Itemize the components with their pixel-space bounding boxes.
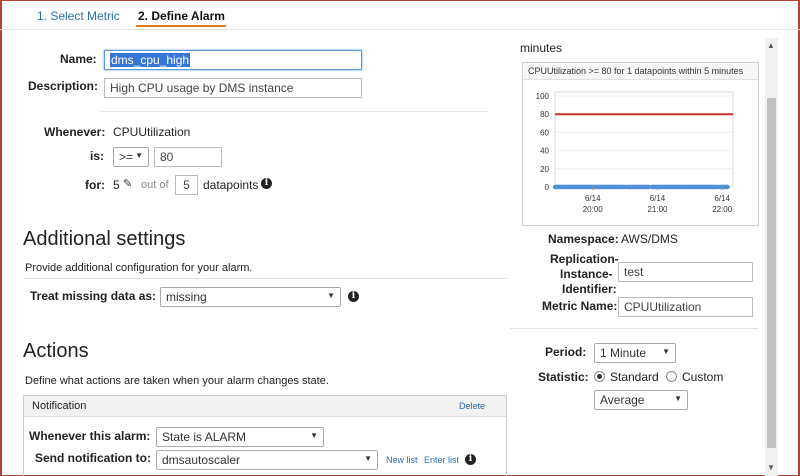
treat-missing-value: missing	[166, 290, 207, 304]
minutes-label: minutes	[520, 41, 563, 55]
additional-settings-heading: Additional settings	[23, 228, 186, 250]
treat-missing-label: Treat missing data as:	[30, 289, 157, 303]
additional-divider	[23, 278, 507, 279]
form-divider-1	[100, 111, 488, 112]
alarm-state-select[interactable]: State is ALARM ▼	[156, 427, 324, 447]
additional-settings-desc: Provide additional configuration for you…	[25, 262, 253, 274]
is-label: is:	[90, 149, 105, 163]
x-tick-time: 20:00	[583, 205, 604, 214]
custom-radio[interactable]	[666, 371, 677, 382]
tab-select-metric[interactable]: 1. Select Metric	[37, 9, 120, 23]
chevron-down-icon: ▼	[662, 347, 670, 356]
y-tick-label: 100	[536, 92, 550, 101]
pencil-icon[interactable]: ✎	[123, 177, 132, 190]
actions-heading: Actions	[23, 340, 89, 362]
page-scrollbar[interactable]: ▲ ▼	[765, 38, 778, 476]
chevron-down-icon: ▼	[310, 431, 318, 440]
replication-label-1: Replication-	[550, 252, 619, 266]
period-label: Period:	[545, 345, 587, 359]
standard-radio[interactable]	[594, 371, 605, 382]
y-tick-label: 40	[540, 147, 549, 156]
actions-desc: Define what actions are taken when your …	[25, 375, 329, 387]
right-divider	[510, 328, 758, 329]
chevron-down-icon: ▼	[674, 394, 682, 403]
operator-select[interactable]: >= ▼	[113, 147, 149, 167]
out-of-text: out of	[141, 179, 169, 191]
x-tick-time: 21:00	[647, 205, 668, 214]
notification-title: Notification	[32, 400, 87, 412]
custom-label: Custom	[682, 370, 724, 384]
scroll-up-arrow-icon[interactable]: ▲	[767, 41, 775, 50]
chevron-down-icon: ▼	[327, 291, 335, 300]
metric-name-label: Metric Name:	[542, 299, 618, 313]
x-tick-date: 6/14	[585, 194, 601, 203]
x-tick-time: 22:00	[712, 205, 733, 214]
chart-plot: 100 80 60 40 20 0 6/14 20:00 6/14 21:00 6/14 22:00	[536, 91, 734, 214]
x-tick-date: 6/14	[650, 194, 666, 203]
namespace-value: AWS/DMS	[621, 232, 678, 246]
whenever-label: Whenever:	[44, 125, 106, 139]
delete-link[interactable]: Delete	[459, 401, 485, 411]
chart-title: CPUUtilization >= 80 for 1 datapoints wi…	[523, 63, 758, 80]
info-icon[interactable]: i	[261, 178, 272, 189]
statistic-label: Statistic:	[538, 370, 589, 384]
description-label: Description:	[28, 79, 99, 93]
send-notification-select[interactable]: dmsautoscaler ▼	[156, 450, 378, 470]
tabs-divider	[0, 29, 800, 30]
name-input-value: dms_cpu_high	[110, 53, 191, 67]
datapoints-to-alarm: 5	[113, 178, 120, 192]
for-label: for:	[85, 178, 105, 192]
description-input[interactable]: High CPU usage by DMS instance	[104, 78, 362, 98]
whenever-alarm-label: Whenever this alarm:	[29, 429, 151, 443]
scroll-down-arrow-icon[interactable]: ▼	[767, 463, 775, 472]
name-label: Name:	[60, 52, 97, 66]
chevron-down-icon: ▼	[364, 454, 372, 463]
chevron-down-icon: ▼	[135, 151, 143, 160]
metric-name-input[interactable]: CPUUtilization	[618, 297, 753, 317]
evaluation-periods-input[interactable]: 5	[175, 175, 198, 195]
alarm-state-value: State is ALARM	[162, 430, 247, 444]
replication-label-2: Instance-	[560, 267, 613, 281]
active-tab-indicator	[136, 25, 226, 27]
operator-value: >=	[119, 150, 134, 164]
notification-panel: Notification Delete Whenever this alarm:…	[23, 395, 507, 476]
period-select[interactable]: 1 Minute ▼	[594, 343, 676, 363]
new-list-link[interactable]: New list	[386, 455, 418, 465]
x-tick-date: 6/14	[714, 194, 730, 203]
namespace-label: Namespace:	[548, 232, 619, 246]
replication-instance-input[interactable]: test	[618, 262, 753, 282]
standard-label: Standard	[610, 370, 659, 384]
threshold-input[interactable]: 80	[154, 147, 222, 167]
replication-label-3: Identifier:	[562, 282, 617, 296]
statistic-select[interactable]: Average ▼	[594, 390, 688, 410]
plot-frame	[554, 91, 734, 188]
statistic-value: Average	[600, 393, 645, 407]
data-point	[725, 184, 730, 190]
alarm-preview-chart: CPUUtilization >= 80 for 1 datapoints wi…	[522, 62, 759, 226]
y-tick-label: 0	[545, 183, 550, 192]
notification-header: Notification Delete	[24, 396, 506, 417]
tab-define-alarm[interactable]: 2. Define Alarm	[138, 9, 225, 23]
name-input[interactable]: dms_cpu_high	[104, 50, 362, 70]
period-value: 1 Minute	[600, 346, 647, 360]
info-icon[interactable]: i	[465, 454, 476, 465]
y-tick-label: 60	[540, 128, 549, 137]
info-icon[interactable]: i	[348, 291, 359, 302]
y-tick-label: 20	[540, 165, 549, 174]
datapoints-label: datapoints	[203, 178, 259, 192]
wizard-tabs: 1. Select Metric 2. Define Alarm	[0, 0, 800, 30]
y-tick-label: 80	[540, 110, 549, 119]
whenever-metric: CPUUtilization	[113, 125, 191, 139]
treat-missing-select[interactable]: missing ▼	[160, 287, 341, 307]
send-notification-value: dmsautoscaler	[162, 453, 241, 467]
enter-list-link[interactable]: Enter list	[424, 455, 459, 465]
send-notification-label: Send notification to:	[35, 451, 151, 465]
scroll-thumb[interactable]	[767, 98, 776, 448]
